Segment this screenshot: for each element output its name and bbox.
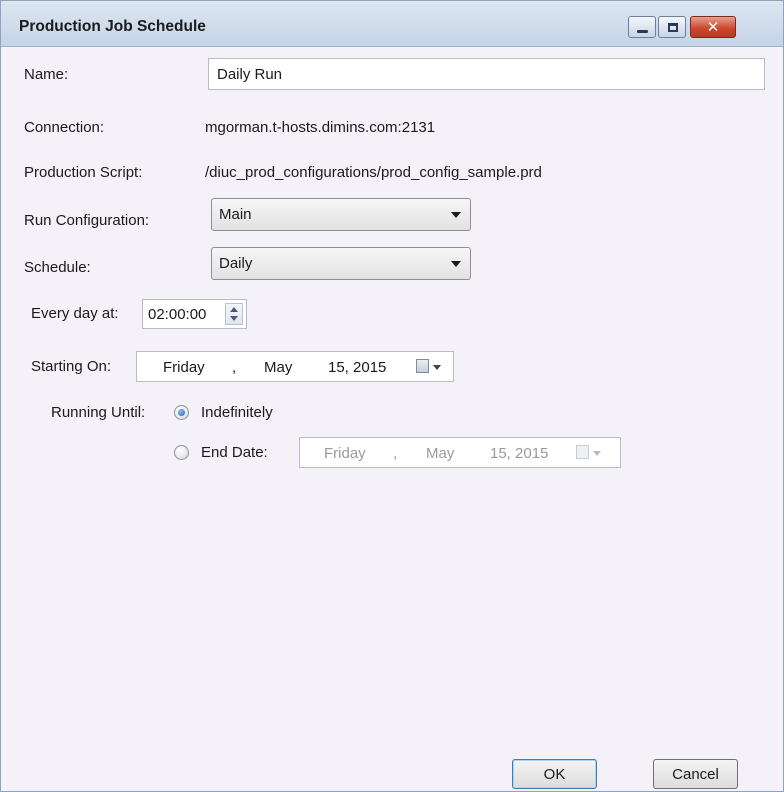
- end-date-radio[interactable]: [174, 445, 189, 460]
- end-date-label: End Date:: [201, 444, 268, 461]
- production-script-value: /diuc_prod_configurations/prod_config_sa…: [205, 164, 542, 181]
- run-configuration-select[interactable]: Main: [211, 198, 471, 231]
- time-spinner[interactable]: 02:00:00: [142, 299, 247, 329]
- production-script-label: Production Script:: [24, 164, 143, 181]
- start-weekday: Friday: [163, 359, 205, 376]
- ok-button[interactable]: OK: [512, 759, 597, 789]
- calendar-icon: [416, 359, 429, 373]
- end-day-year: 15, 2015: [490, 445, 549, 462]
- indefinitely-label: Indefinitely: [201, 404, 273, 421]
- start-day-year: 15, 2015: [328, 359, 387, 376]
- window-title: Production Job Schedule: [19, 18, 206, 35]
- starting-on-date-picker[interactable]: Friday , May 15, 2015: [136, 351, 454, 382]
- maximize-button[interactable]: [658, 16, 686, 38]
- indefinitely-radio[interactable]: [174, 405, 189, 420]
- end-comma: ,: [393, 445, 398, 462]
- time-value: 02:00:00: [148, 306, 207, 323]
- end-month: May: [426, 445, 455, 462]
- chevron-down-icon: [593, 451, 601, 456]
- spin-buttons[interactable]: [225, 303, 243, 325]
- schedule-value: Daily: [219, 255, 253, 272]
- start-month: May: [264, 359, 293, 376]
- minimize-icon: [637, 30, 648, 33]
- name-input[interactable]: [208, 58, 765, 90]
- start-comma: ,: [232, 359, 237, 376]
- close-icon: ✕: [706, 18, 720, 36]
- title-bar: Production Job Schedule ✕: [1, 1, 783, 47]
- every-day-at-label: Every day at:: [31, 305, 119, 322]
- close-button[interactable]: ✕: [690, 16, 736, 38]
- end-date-picker[interactable]: Friday , May 15, 2015: [299, 437, 621, 468]
- schedule-label: Schedule:: [24, 259, 91, 276]
- minimize-button[interactable]: [628, 16, 656, 38]
- schedule-select[interactable]: Daily: [211, 247, 471, 280]
- calendar-icon: [576, 445, 589, 459]
- chevron-down-icon: [451, 212, 461, 218]
- chevron-down-icon: [451, 261, 461, 267]
- run-configuration-label: Run Configuration:: [24, 212, 150, 229]
- chevron-down-icon: [433, 365, 441, 370]
- spin-down-icon: [230, 316, 238, 321]
- cancel-button[interactable]: Cancel: [653, 759, 738, 789]
- name-label: Name:: [24, 66, 69, 83]
- running-until-label: Running Until:: [51, 404, 146, 421]
- connection-value: mgorman.t-hosts.dimins.com:2131: [205, 119, 436, 136]
- maximize-icon: [668, 23, 678, 32]
- end-weekday: Friday: [324, 445, 366, 462]
- spin-up-icon: [230, 307, 238, 312]
- production-job-schedule-dialog: Production Job Schedule ✕ Name: Connecti…: [0, 0, 784, 792]
- connection-label: Connection:: [24, 119, 105, 136]
- run-configuration-value: Main: [219, 206, 252, 223]
- starting-on-label: Starting On:: [31, 358, 112, 375]
